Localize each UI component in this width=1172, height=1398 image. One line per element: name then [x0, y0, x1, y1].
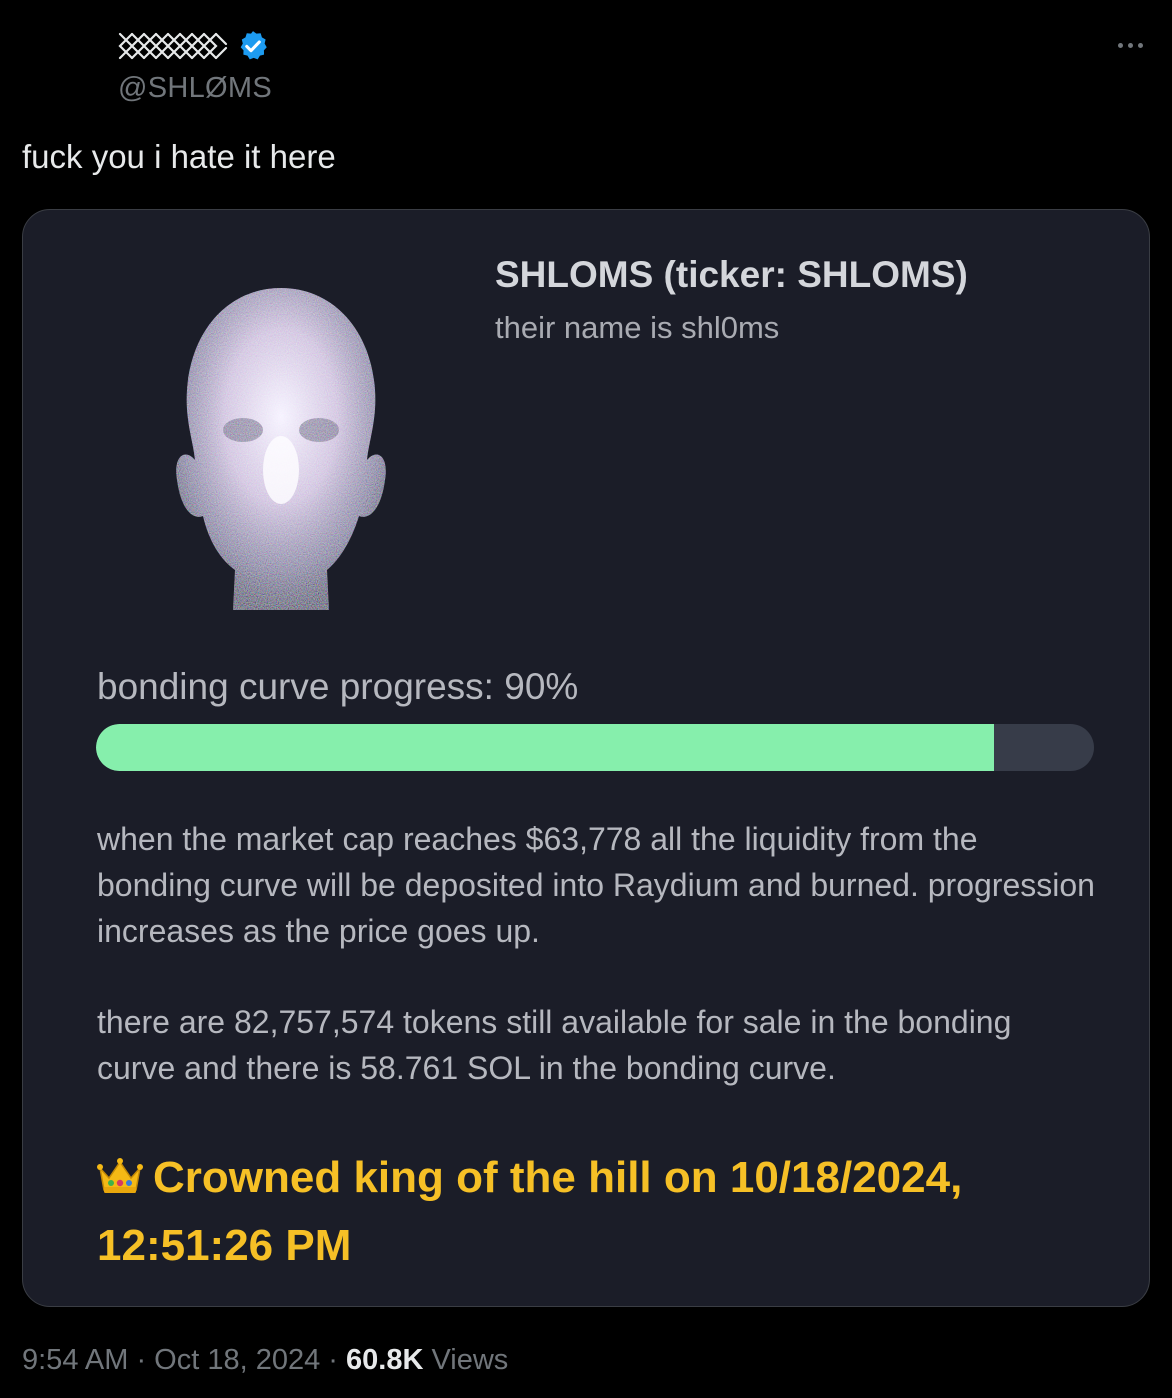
tweet-text: fuck you i hate it here	[22, 138, 336, 175]
koth-text: Crowned king of the hill on 10/18/2024, …	[97, 1153, 963, 1270]
tweet-page: @SHLØMS fuck you i hate it here SHLOMS (…	[0, 0, 1172, 1398]
glitch-head-image	[176, 288, 386, 610]
tweet-timestamp[interactable]: 9:54 AM · Oct 18, 2024 ·	[22, 1344, 346, 1376]
verified-badge-icon[interactable]	[236, 29, 270, 63]
tweet-author[interactable]: @SHLØMS	[118, 28, 272, 108]
views-count: 60.8K	[346, 1344, 424, 1376]
progress-bar-track	[96, 724, 1094, 771]
tokens-available-text: there are 82,757,574 tokens still availa…	[97, 1004, 1012, 1086]
progress-label: bonding curve progress: 90%	[97, 666, 579, 707]
more-dot-icon	[1117, 42, 1123, 48]
more-dot-icon	[1127, 42, 1133, 48]
lattice-pattern-icon[interactable]	[118, 30, 228, 62]
token-description: their name is shl0ms	[495, 310, 780, 345]
tweet-media-card[interactable]: SHLOMS (ticker: SHLOMS) their name is sh…	[22, 209, 1150, 1307]
token-title: SHLOMS (ticker: SHLOMS)	[495, 254, 968, 295]
more-dot-icon	[1137, 42, 1143, 48]
progress-bar-fill	[96, 724, 995, 771]
author-name-row[interactable]	[118, 28, 272, 64]
tweet-meta: 9:54 AM · Oct 18, 2024 · 60.8K Views	[22, 1344, 508, 1377]
more-options-button[interactable]	[1110, 30, 1150, 60]
views-label: Views	[423, 1344, 509, 1376]
liquidity-info-text: when the market cap reaches $63,778 all …	[97, 821, 1095, 949]
author-handle[interactable]: @SHLØMS	[118, 72, 272, 105]
king-of-the-hill-banner: Crowned king of the hill on 10/18/2024, …	[97, 1144, 1097, 1280]
crown-icon	[97, 1158, 143, 1193]
